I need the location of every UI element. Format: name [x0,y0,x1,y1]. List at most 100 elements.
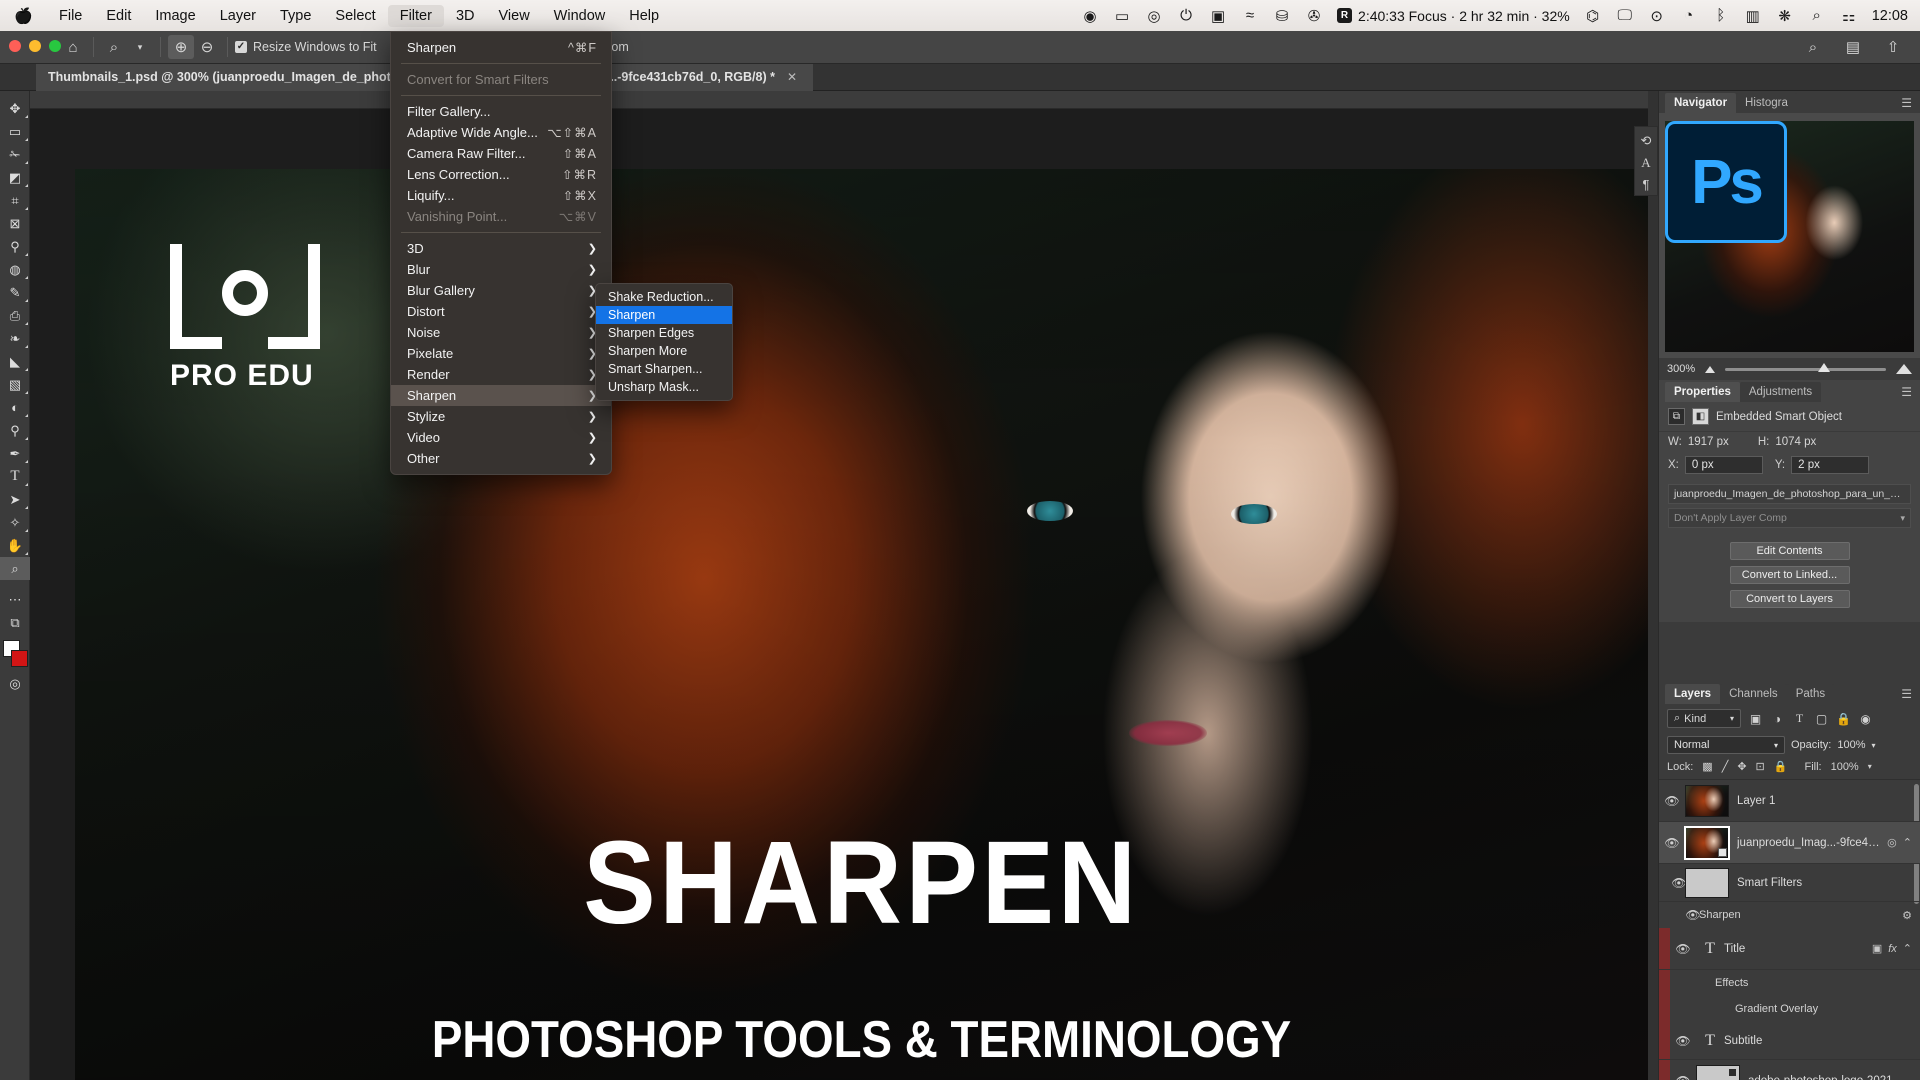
eye-icon[interactable]: 👁 [1670,1034,1696,1048]
menu-view[interactable]: View [487,5,542,27]
move-tool[interactable]: ✥ [0,97,30,120]
input-source-icon[interactable]: ▥ [1744,7,1762,25]
layer-thumbnail[interactable] [1696,1064,1740,1080]
eye-icon[interactable]: 👁 [1670,1074,1696,1080]
fill-chevron-icon[interactable]: ▾ [1868,762,1872,771]
tab-histogram[interactable]: Histogra [1736,93,1797,113]
table-row[interactable]: 👁 adobe-photoshop-logo-2021 [1659,1060,1920,1080]
filter-options-icon[interactable]: ⚙ [1902,909,1920,922]
eye-icon[interactable]: 👁 [1670,942,1696,956]
convert-to-linked-button[interactable]: Convert to Linked... [1729,566,1850,584]
edit-contents-button[interactable]: Edit Contents [1729,542,1850,560]
opacity-value[interactable]: 100% [1837,739,1865,751]
gradient-tool[interactable]: ▧ [0,373,30,396]
tab-paths[interactable]: Paths [1786,684,1835,704]
clock-icon[interactable]: ◔ [1680,7,1698,25]
close-window-button[interactable] [9,40,21,52]
clone-stamp-tool[interactable]: ⎙ [0,304,30,327]
chevron-up-icon[interactable]: ⌃ [1903,942,1912,955]
eye-icon[interactable]: 👁 [1659,794,1685,808]
table-row[interactable]: 👁 T Subtitle [1659,1022,1920,1060]
menu-window[interactable]: Window [542,5,618,27]
smart-object-filter-icon[interactable]: 🔒 [1836,712,1851,726]
zoom-in-icon[interactable] [1896,364,1912,374]
lock-position-icon[interactable]: ✥ [1737,760,1746,773]
menu-bar-clock[interactable]: 12:08 [1872,8,1908,24]
paragraph-panel-icon[interactable]: ¶ [1643,177,1650,192]
submenu-item-unsharp-mask[interactable]: Unsharp Mask... [596,378,732,396]
dropbox-icon[interactable]: ≈ [1241,7,1259,25]
table-row[interactable]: 👁 Smart Filters [1659,864,1920,902]
eye-icon[interactable]: 👁 [1659,876,1686,890]
edit-toolbar-icon[interactable]: ⧉ [0,611,30,634]
layer-name[interactable]: Smart Filters [1737,877,1920,889]
zoom-level-value[interactable]: 300% [1667,363,1695,375]
submenu-item-sharpen[interactable]: Sharpen [596,306,732,324]
headphones-icon[interactable]: ⌬ [1584,7,1602,25]
backup-icon[interactable]: ⛁ [1273,7,1291,25]
menu-item-lens-correction[interactable]: Lens Correction... ⇧⌘R [391,164,611,185]
zoom-tool[interactable]: ⌕ [0,557,30,580]
eyedropper-tool[interactable]: ⚲ [0,235,30,258]
menu-item-blur[interactable]: Blur ❯ [391,259,611,280]
chevron-down-icon[interactable]: ▾ [127,35,153,59]
share-icon[interactable]: ⇧ [1880,35,1906,59]
crop-tool[interactable]: ⌗ [0,189,30,212]
x-field[interactable]: 0 px [1684,456,1763,474]
eraser-tool[interactable]: ◣ [0,350,30,373]
wifi-icon[interactable]: ❋ [1776,7,1794,25]
menu-item-stylize[interactable]: Stylize ❯ [391,406,611,427]
panel-menu-icon[interactable]: ☰ [1893,684,1920,704]
lock-all-icon[interactable]: 🔒 [1774,760,1788,773]
menu-item-3d[interactable]: 3D ❯ [391,238,611,259]
menu-item-blur-gallery[interactable]: Blur Gallery ❯ [391,280,611,301]
menu-item-noise[interactable]: Noise ❯ [391,322,611,343]
zoom-slider-knob[interactable] [1818,362,1831,372]
menu-type[interactable]: Type [268,5,323,27]
dodge-tool[interactable]: ⚲ [0,419,30,442]
tab-layers[interactable]: Layers [1665,684,1721,704]
zoom-in-icon[interactable]: ⊕ [168,35,194,59]
filter-kind-dropdown[interactable]: ⌕ Kind ▾ [1667,709,1741,728]
focus-status[interactable]: R 2:40:33 Focus · 2 hr 32 min · 32% [1337,8,1570,24]
zoom-out-icon[interactable]: ⊖ [194,35,220,59]
display-icon[interactable]: 🖵 [1616,7,1634,25]
zoom-slider[interactable] [1725,362,1886,372]
pixel-filter-icon[interactable]: ▣ [1748,712,1763,726]
submenu-item-smart-sharpen[interactable]: Smart Sharpen... [596,360,732,378]
lock-transparent-icon[interactable]: ▩ [1702,760,1712,773]
layer-name[interactable]: Layer 1 [1737,795,1920,807]
menu-item-liquify[interactable]: Liquify... ⇧⌘X [391,185,611,206]
sharpen-submenu[interactable]: Shake Reduction... Sharpen Sharpen Edges… [595,283,733,401]
apple-logo-icon[interactable] [14,7,31,24]
control-center-icon[interactable]: ◉ [1081,7,1099,25]
type-filter-icon[interactable]: T [1792,711,1807,726]
tab-navigator[interactable]: Navigator [1665,93,1737,113]
more-tools-icon[interactable]: ⋯ [0,588,30,611]
smart-filters-thumbnail[interactable] [1685,867,1729,898]
tab-properties[interactable]: Properties [1665,382,1740,402]
effects-group-name[interactable]: Effects [1659,977,1920,989]
menu-image[interactable]: Image [143,5,207,27]
layer-name[interactable]: juanproedu_Imag...-9fce431cb76d_0 [1737,837,1887,849]
menu-layer[interactable]: Layer [208,5,268,27]
wifi-off-icon[interactable]: ◎ [1145,7,1163,25]
brush-tool[interactable]: ✎ [0,281,30,304]
mask-icon[interactable]: ◧ [1692,408,1709,425]
pen-tool[interactable]: ✒ [0,442,30,465]
menu-item-other[interactable]: Other ❯ [391,448,611,469]
path-selection-tool[interactable]: ➤ [0,488,30,511]
navigator-panel[interactable]: Ps [1659,113,1920,358]
lasso-tool[interactable]: ✁ [0,143,30,166]
fx-icon[interactable]: fx [1888,943,1897,955]
zoom-out-icon[interactable] [1705,365,1716,373]
tab-channels[interactable]: Channels [1720,684,1787,704]
submenu-item-sharpen-edges[interactable]: Sharpen Edges [596,324,732,342]
workspace-icon[interactable]: ▤ [1840,35,1866,59]
table-row[interactable]: 👁 juanproedu_Imag...-9fce431cb76d_0 ◎ ⌃ [1659,822,1920,864]
close-icon[interactable]: ✕ [787,70,797,84]
power-icon[interactable]: ⏻ [1177,7,1195,25]
canvas-area[interactable]: PRO EDU SHARPEN PHOTOSHOP TOOLS & TERMIN… [30,91,1648,1080]
layer-list[interactable]: 👁 Layer 1 👁 juanproedu_Imag...-9fce431cb… [1659,780,1920,1080]
object-selection-tool[interactable]: ◩ [0,166,30,189]
